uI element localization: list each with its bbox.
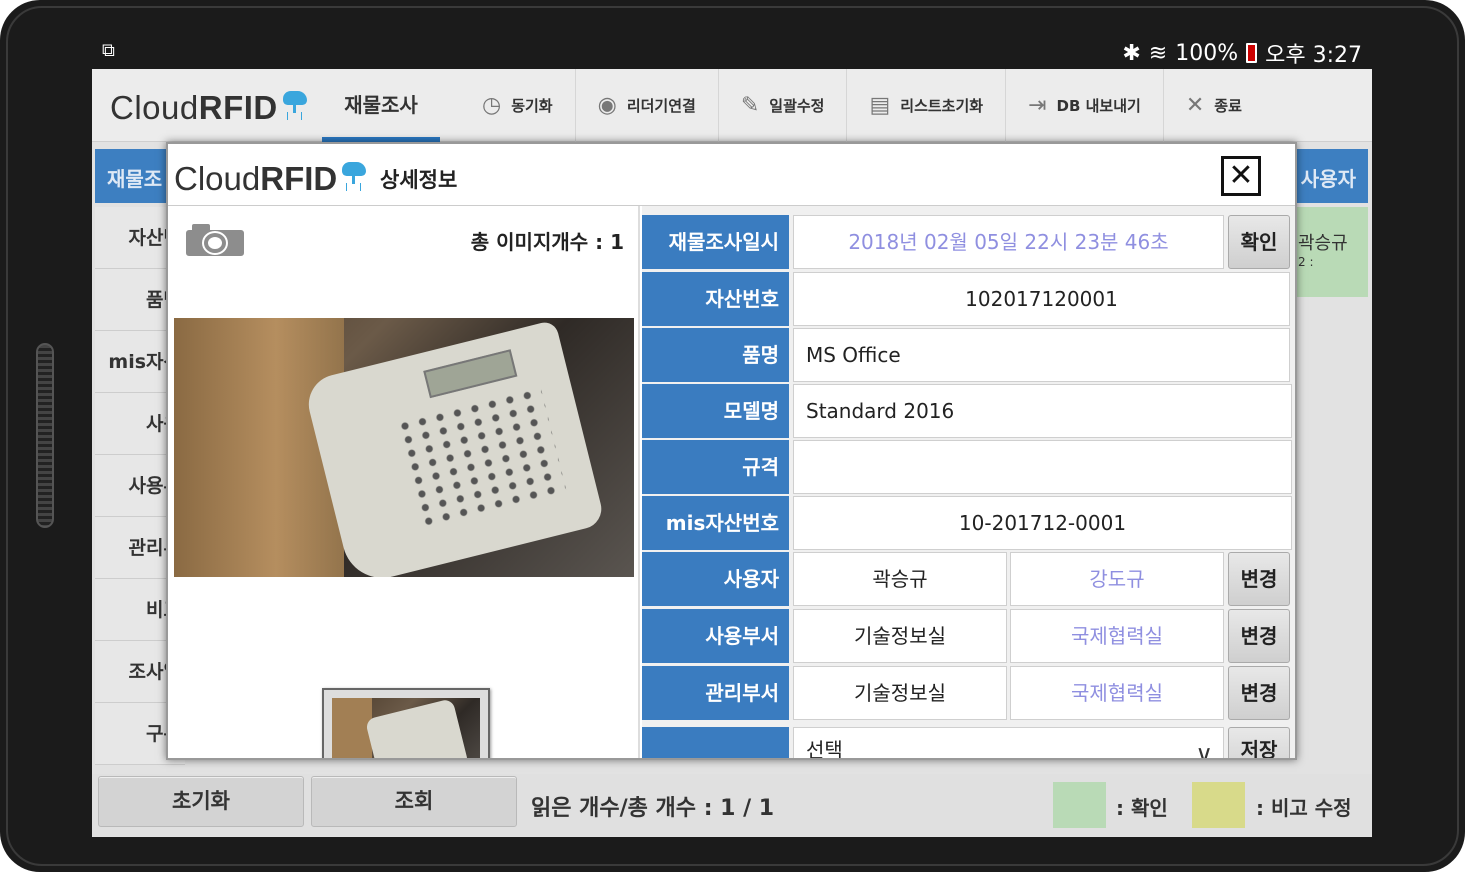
detail-dialog: CloudRFID 상세정보 ✕ 총 이미지개수 : 1 재물조사일시 2018… bbox=[166, 142, 1297, 760]
menu-item-eye[interactable]: ◉ 리더기연결 bbox=[576, 69, 719, 142]
close-button[interactable]: ✕ bbox=[1221, 156, 1261, 196]
row-user: 사용자 곽승규 강도규 변경 bbox=[642, 552, 1295, 606]
read-count: 읽은 개수/총 개수 : 1 / 1 bbox=[531, 796, 775, 821]
row-model-name: 모델명 Standard 2016 bbox=[642, 384, 1295, 438]
mis-asset-no-value: 10-201712-0001 bbox=[793, 496, 1292, 550]
header-right-label: 사용자 bbox=[1300, 167, 1356, 191]
label-model-name: 모델명 bbox=[642, 384, 789, 438]
export-icon: ⇥ bbox=[1028, 93, 1047, 118]
battery-percent: 100% bbox=[1175, 40, 1239, 66]
header-left-label: 재물조 bbox=[107, 167, 163, 191]
change-mgmt-dept-button[interactable]: 변경 bbox=[1228, 666, 1290, 720]
user-current: 곽승규 bbox=[793, 552, 1007, 606]
user-dept-new[interactable]: 국제협력실 bbox=[1010, 609, 1224, 663]
bluetooth-icon: ✱ bbox=[1122, 40, 1141, 66]
row-survey-date: 재물조사일시 2018년 02월 05일 22시 23분 46초 확인 bbox=[642, 215, 1295, 269]
label-mgmt-dept: 관리부서 bbox=[642, 666, 789, 720]
cloud-icon bbox=[280, 89, 308, 113]
label-mis-asset-no: mis자산번호 bbox=[642, 496, 789, 550]
clock-icon: ◷ bbox=[482, 93, 502, 118]
detail-form: 재물조사일시 2018년 02월 05일 22시 23분 46초 확인 자산번호… bbox=[642, 206, 1295, 760]
row-user-dept: 사용부서 기술정보실 국제협력실 변경 bbox=[642, 609, 1295, 663]
menu-item-close-x[interactable]: ✕ 종료 bbox=[1164, 69, 1264, 142]
menu-item-label: 리스트초기화 bbox=[900, 97, 984, 115]
main-menu: ◷ 동기화 ◉ 리더기연결 ✎ 일괄수정 ▤ 리스트초기화 ⇥ DB 내보내기 ✕ 종료 bbox=[460, 69, 1264, 142]
menu-item-export[interactable]: ⇥ DB 내보내기 bbox=[1006, 69, 1164, 142]
label-item-name: 품명 bbox=[642, 328, 789, 382]
spec-value bbox=[793, 440, 1292, 494]
legend-note-label: : 비고 수정 bbox=[1256, 796, 1352, 820]
menu-item-label: 리더기연결 bbox=[626, 97, 696, 115]
dialog-title: 상세정보 bbox=[380, 168, 458, 192]
battery-icon bbox=[1246, 43, 1258, 63]
menu-item-list-reset[interactable]: ▤ 리스트초기화 bbox=[847, 69, 1007, 142]
cast-icon: ⧉ bbox=[102, 40, 115, 61]
eye-icon: ◉ bbox=[597, 93, 617, 118]
confirm-button[interactable]: 확인 bbox=[1228, 215, 1290, 269]
camera-icon[interactable] bbox=[186, 224, 244, 256]
photo-thumbnail[interactable] bbox=[322, 688, 490, 758]
chevron-down-icon: ∨ bbox=[1195, 740, 1213, 760]
legend-confirm-swatch bbox=[1053, 782, 1106, 828]
close-icon: ✕ bbox=[1228, 158, 1254, 193]
phone-shape bbox=[302, 319, 606, 577]
wifi-icon: ≋ bbox=[1148, 40, 1168, 66]
row-mis-asset-no: mis자산번호 10-201712-0001 bbox=[642, 496, 1295, 550]
app-logo: CloudRFID bbox=[110, 89, 308, 127]
pencil-icon: ✎ bbox=[740, 93, 760, 118]
model-name-value: Standard 2016 bbox=[793, 384, 1292, 438]
legend-note-swatch bbox=[1192, 782, 1245, 828]
user-new[interactable]: 강도규 bbox=[1010, 552, 1224, 606]
menu-item-clock[interactable]: ◷ 동기화 bbox=[460, 69, 576, 142]
menu-item-label: 동기화 bbox=[511, 97, 553, 115]
dialog-header: CloudRFID 상세정보 ✕ bbox=[168, 144, 1295, 206]
label-survey-date: 재물조사일시 bbox=[642, 215, 789, 269]
close-x-icon: ✕ bbox=[1185, 93, 1205, 118]
change-user-dept-button[interactable]: 변경 bbox=[1228, 609, 1290, 663]
label-asset-no: 자산번호 bbox=[642, 272, 789, 326]
mgmt-dept-current: 기술정보실 bbox=[793, 666, 1007, 720]
label-select bbox=[642, 727, 789, 758]
reset-button[interactable]: 초기화 bbox=[98, 776, 304, 827]
save-button[interactable]: 저장 bbox=[1228, 727, 1290, 758]
app-header: CloudRFID 재물조사 ◷ 동기화 ◉ 리더기연결 ✎ 일괄수정 ▤ 리스트초기화 ⇥ DB… bbox=[92, 69, 1372, 142]
search-button[interactable]: 조회 bbox=[311, 776, 517, 827]
status-select[interactable]: 선택 ∨ bbox=[793, 727, 1224, 760]
menu-item-label: 일괄수정 bbox=[769, 97, 825, 115]
label-user-dept: 사용부서 bbox=[642, 609, 789, 663]
label-user: 사용자 bbox=[642, 552, 789, 606]
clock: 오후 3:27 bbox=[1265, 43, 1362, 68]
image-count: 총 이미지개수 : 1 bbox=[470, 230, 624, 254]
row-select: 선택 ∨ 저장 bbox=[642, 727, 1295, 760]
confirmed-cell[interactable]: 곽승규 2 : bbox=[1296, 207, 1368, 297]
asset-no-value: 102017120001 bbox=[793, 272, 1290, 326]
select-value: 선택 bbox=[806, 738, 843, 760]
menu-item-label: 종료 bbox=[1214, 97, 1242, 115]
mgmt-dept-new[interactable]: 국제협력실 bbox=[1010, 666, 1224, 720]
dialog-logo: CloudRFID bbox=[174, 160, 367, 198]
survey-date-value: 2018년 02월 05일 22시 23분 46초 bbox=[793, 215, 1224, 269]
asset-photo bbox=[174, 318, 634, 577]
cloud-icon bbox=[339, 160, 367, 184]
menu-item-pencil[interactable]: ✎ 일괄수정 bbox=[719, 69, 848, 142]
row-asset-no: 자산번호 102017120001 bbox=[642, 272, 1295, 326]
row-spec: 규격 bbox=[642, 440, 1295, 494]
list-reset-icon: ▤ bbox=[869, 93, 891, 118]
image-pane: 총 이미지개수 : 1 bbox=[168, 206, 640, 758]
change-user-button[interactable]: 변경 bbox=[1228, 552, 1290, 606]
label-spec: 규격 bbox=[642, 440, 789, 494]
confirmed-user: 곽승규 bbox=[1298, 233, 1348, 254]
row-mgmt-dept: 관리부서 기술정보실 국제협력실 변경 bbox=[642, 666, 1295, 720]
menu-item-label: DB 내보내기 bbox=[1056, 97, 1141, 115]
user-dept-current: 기술정보실 bbox=[793, 609, 1007, 663]
status-bar: ⧉ ✱ ≋ 100% 오후 3:27 bbox=[92, 32, 1372, 69]
tab-inventory[interactable]: 재물조사 bbox=[322, 69, 440, 142]
confirmed-sub: 2 : bbox=[1298, 255, 1314, 269]
side-button bbox=[36, 343, 54, 528]
legend-confirm-label: : 확인 bbox=[1116, 796, 1168, 820]
row-item-name: 품명 MS Office bbox=[642, 328, 1295, 382]
item-name-value: MS Office bbox=[793, 328, 1290, 382]
